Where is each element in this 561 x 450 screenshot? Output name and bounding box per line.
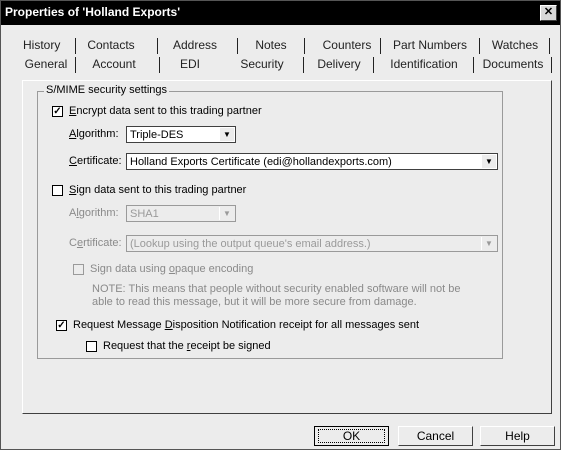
mdn-checkbox[interactable]: ✓	[56, 320, 67, 331]
title-bar[interactable]: Properties of 'Holland Exports' ✕	[1, 1, 560, 25]
tab-general[interactable]: General	[23, 56, 69, 73]
group-label: S/MIME security settings	[44, 84, 170, 96]
tab-divider	[479, 38, 480, 54]
encrypt-certificate-label: Certificate:	[69, 155, 122, 167]
sign-algorithm-select[interactable]: SHA1 ▼	[126, 205, 236, 222]
tab-divider	[380, 38, 381, 54]
tab-divider	[551, 57, 552, 73]
receipt-signed-checkbox[interactable]	[86, 341, 97, 352]
sign-algorithm-value: SHA1	[130, 208, 159, 220]
tab-divider	[237, 38, 238, 54]
tab-divider	[473, 57, 474, 73]
tab-contacts[interactable]: Contacts	[81, 37, 141, 54]
tab-counters[interactable]: Counters	[309, 37, 385, 54]
window-title: Properties of 'Holland Exports'	[5, 5, 181, 19]
mdn-label[interactable]: Request Message Disposition Notification…	[73, 319, 419, 331]
sign-algorithm-label: Algorithm:	[69, 207, 119, 219]
receipt-signed-label[interactable]: Request that the receipt be signed	[103, 340, 271, 352]
tab-divider	[75, 57, 76, 73]
tab-identification[interactable]: Identification	[379, 56, 469, 73]
encrypt-certificate-value: Holland Exports Certificate (edi@holland…	[130, 156, 392, 168]
tab-address[interactable]: Address	[165, 37, 225, 54]
chevron-down-icon[interactable]: ▼	[481, 237, 496, 250]
tab-divider	[159, 57, 160, 73]
tab-documents[interactable]: Documents	[477, 56, 549, 73]
cancel-button[interactable]: Cancel	[398, 426, 473, 446]
tab-part-numbers[interactable]: Part Numbers	[386, 37, 474, 54]
chevron-down-icon[interactable]: ▼	[219, 207, 234, 220]
tab-edi[interactable]: EDI	[165, 56, 215, 73]
tab-divider	[549, 38, 550, 54]
tab-history[interactable]: History	[23, 37, 60, 54]
encrypt-label[interactable]: Encrypt data sent to this trading partne…	[69, 105, 262, 117]
opaque-encoding-label[interactable]: Sign data using opaque encoding	[90, 263, 253, 275]
tab-security[interactable]: Security	[229, 56, 295, 73]
tab-divider	[373, 57, 374, 73]
close-icon[interactable]: ✕	[540, 5, 557, 21]
tab-divider	[75, 38, 76, 54]
ok-button[interactable]: OK	[314, 426, 389, 446]
tab-divider	[157, 38, 158, 54]
tab-notes[interactable]: Notes	[243, 37, 299, 54]
properties-dialog: Properties of 'Holland Exports' ✕ Histor…	[0, 0, 561, 450]
sign-label[interactable]: Sign data sent to this trading partner	[69, 184, 246, 196]
help-button[interactable]: Help	[480, 426, 555, 446]
encrypt-algorithm-label: Algorithm:	[69, 128, 119, 140]
focus-rectangle	[318, 429, 385, 443]
security-note: NOTE: This means that people without sec…	[92, 283, 461, 308]
encrypt-certificate-select[interactable]: Holland Exports Certificate (edi@holland…	[126, 153, 498, 170]
sign-certificate-select[interactable]: (Lookup using the output queue's email a…	[126, 235, 498, 252]
encrypt-algorithm-value: Triple-DES	[130, 129, 184, 141]
tab-divider	[303, 57, 304, 73]
tab-delivery[interactable]: Delivery	[309, 56, 369, 73]
sign-certificate-label: Certificate:	[69, 237, 122, 249]
sign-certificate-value: (Lookup using the output queue's email a…	[130, 238, 371, 250]
opaque-encoding-checkbox[interactable]	[73, 264, 84, 275]
chevron-down-icon[interactable]: ▼	[219, 128, 234, 141]
encrypt-checkbox[interactable]: ✓	[52, 106, 63, 117]
tab-account[interactable]: Account	[79, 56, 149, 73]
chevron-down-icon[interactable]: ▼	[481, 155, 496, 168]
sign-checkbox[interactable]	[52, 185, 63, 196]
tab-divider	[304, 38, 305, 54]
encrypt-algorithm-select[interactable]: Triple-DES ▼	[126, 126, 236, 143]
tab-watches[interactable]: Watches	[481, 37, 549, 54]
